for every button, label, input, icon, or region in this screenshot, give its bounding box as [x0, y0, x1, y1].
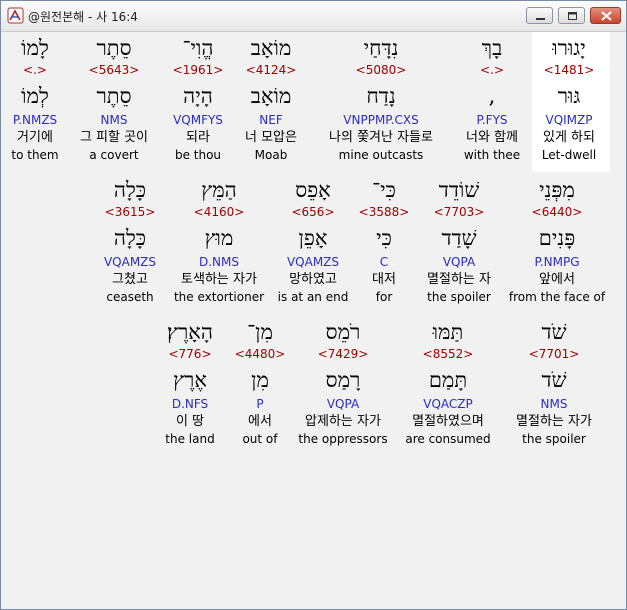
lexeme: מוֹאָב [250, 84, 292, 108]
morphology-code[interactable]: P.NMPG [502, 253, 612, 271]
strong-number[interactable]: <5080> [326, 61, 436, 79]
korean-gloss: 멸절하는 자가 [516, 414, 592, 429]
word-cell[interactable]: רֹמֵס <7429> רָמַס VQPA 압제하는 자가 the oppr… [288, 319, 398, 447]
maximize-button[interactable] [558, 7, 585, 24]
window-title: @원전본해 - 사 16:4 [28, 10, 138, 24]
hebrew-word: שׁוֹדֵד [438, 178, 480, 202]
lexeme: נָדַח [366, 84, 396, 108]
korean-gloss: 있게 하되 [543, 130, 595, 145]
english-gloss: mine outcasts [338, 148, 424, 162]
word-cell[interactable]: שֹׁד <7701> שֹׁד NMS 멸절하는 자가 the spoiler [499, 319, 609, 447]
korean-gloss: 멸절하였으며 [412, 414, 484, 429]
word-cell[interactable]: תַּמּוּ <8552> תָּמַם VQACZP 멸절하였으며 are … [393, 319, 503, 447]
lexeme: שָׁדַד [441, 226, 477, 250]
verse-panel: לָמוֹ <.> לְמוֹ P.NMZS 거기에 to them סֵתֶר… [1, 32, 626, 609]
morphology-code[interactable]: VQACZP [393, 395, 503, 413]
close-button[interactable] [590, 7, 621, 24]
hebrew-word: תַּמּוּ [432, 320, 464, 344]
lexeme: גּוּר [557, 84, 581, 108]
hebrew-word: שֹׁד [541, 320, 567, 344]
hebrew-word: מוֹאָב [250, 36, 292, 60]
lexeme: תָּמַם [428, 368, 468, 392]
lexeme: שֹׁד [541, 368, 567, 392]
strong-number[interactable]: <7701> [499, 345, 609, 363]
morphology-code[interactable]: VQIMZP [514, 111, 624, 129]
english-gloss: Moab [254, 148, 288, 162]
hebrew-word: נִדָּחַי [363, 36, 399, 60]
strong-number[interactable]: <7429> [288, 345, 398, 363]
word-cell[interactable]: יָגוּרוּ <1481> גּוּר VQIMZP 있게 하되 Let-d… [514, 35, 624, 163]
word-cell[interactable]: מוֹאָב <4124> מוֹאָב NEF 너 모압은 Moab [216, 35, 326, 163]
hebrew-word: רֹמֵס [325, 320, 361, 344]
word-cell[interactable]: נִדָּחַי <5080> נָדַח VNPPMP.CXS 나의 쫓겨난 … [326, 35, 436, 163]
morphology-code[interactable]: NMS [499, 395, 609, 413]
english-gloss: the oppressors [298, 432, 388, 446]
english-gloss: the spoiler [427, 290, 491, 304]
strong-number[interactable]: <8552> [393, 345, 503, 363]
strong-number[interactable]: <1481> [514, 61, 624, 79]
english-gloss: the spoiler [522, 432, 586, 446]
app-window: @원전본해 - 사 16:4 לָמוֹ <.> לְמוֹ P.NMZS 거기… [0, 0, 627, 610]
korean-gloss: 앞에서 [539, 272, 575, 287]
korean-gloss: 너 모압은 [245, 130, 297, 145]
close-icon [601, 11, 612, 21]
english-gloss: Let-dwell [541, 148, 597, 162]
bible-app-icon[interactable] [7, 7, 24, 24]
strong-number[interactable]: <4124> [216, 61, 326, 79]
korean-gloss: 나의 쫓겨난 자들로 [329, 130, 433, 145]
title-bar[interactable]: @원전본해 - 사 16:4 [1, 1, 626, 32]
minimize-button[interactable] [526, 7, 553, 24]
hebrew-word: מִפְּנֵי [539, 178, 575, 202]
strong-number[interactable]: <6440> [502, 203, 612, 221]
hebrew-word: יָגוּרוּ [552, 36, 586, 60]
korean-gloss: 멸절하는 자 [427, 272, 491, 287]
minimize-icon [536, 18, 545, 20]
morphology-code[interactable]: NEF [216, 111, 326, 129]
maximize-icon [568, 12, 577, 20]
morphology-code[interactable]: VQPA [404, 253, 514, 271]
strong-number[interactable]: <7703> [404, 203, 514, 221]
lexeme: פָּנִים [538, 226, 576, 250]
lexeme: רָמַס [325, 368, 361, 392]
morphology-code[interactable]: VQPA [288, 395, 398, 413]
english-gloss: are consumed [405, 432, 491, 446]
morphology-code[interactable]: VNPPMP.CXS [326, 111, 436, 129]
korean-gloss: 압제하는 자가 [305, 414, 381, 429]
word-cell[interactable]: מִפְּנֵי <6440> פָּנִים P.NMPG 앞에서 from … [502, 177, 612, 305]
word-cell[interactable]: שׁוֹדֵד <7703> שָׁדַד VQPA 멸절하는 자 the sp… [404, 177, 514, 305]
english-gloss: from the face of [508, 290, 606, 304]
